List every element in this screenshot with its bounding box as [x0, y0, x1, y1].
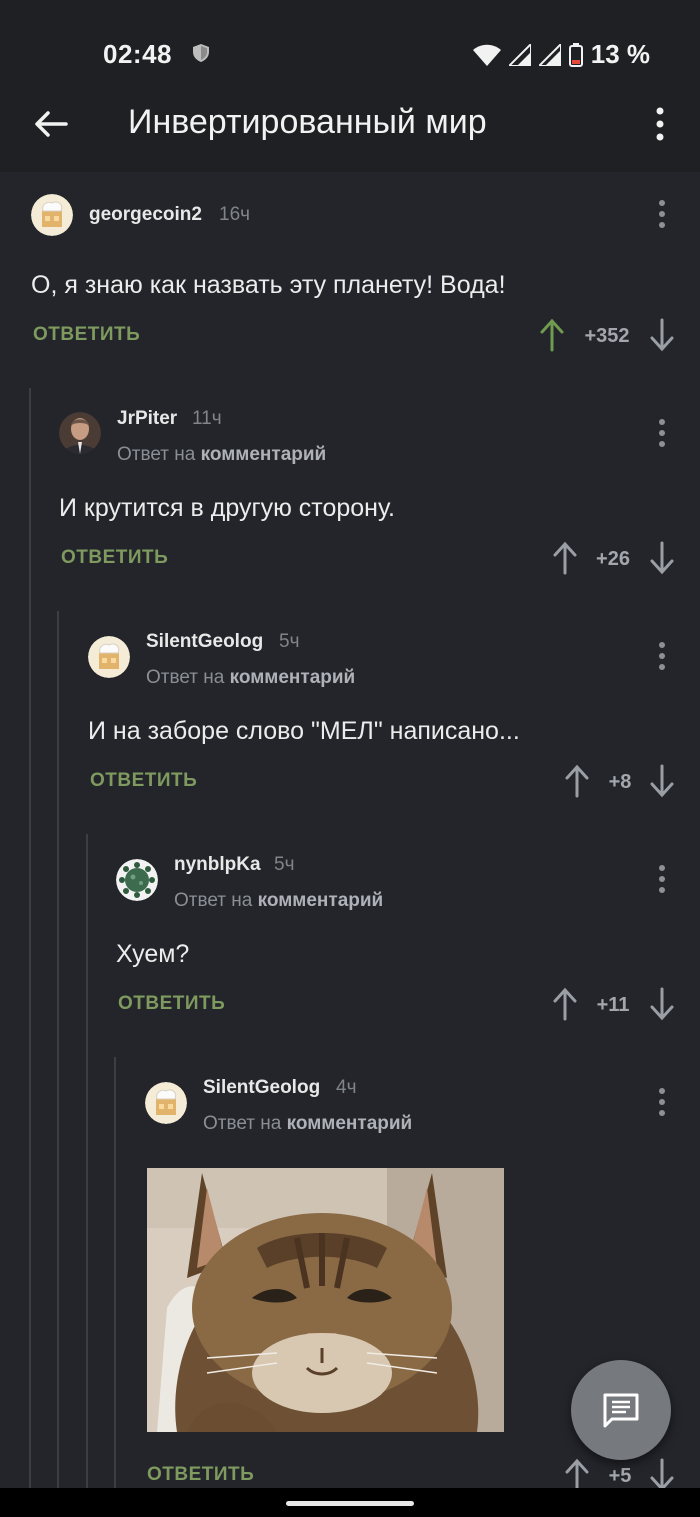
battery-icon: [568, 42, 583, 67]
signal-icon-2: [538, 43, 561, 66]
avatar[interactable]: [31, 194, 73, 236]
comment-menu-icon[interactable]: [657, 1087, 667, 1117]
reply-button[interactable]: ОТВЕТИТЬ: [33, 324, 140, 346]
status-icons: 13 %: [472, 39, 650, 70]
reply-button[interactable]: ОТВЕТИТЬ: [118, 993, 225, 1015]
avatar[interactable]: [116, 859, 158, 901]
thread-line-1: [29, 388, 31, 1488]
comment-menu-icon[interactable]: [657, 864, 667, 894]
vote-score: +26: [596, 548, 630, 570]
reply-to-link[interactable]: комментарий: [230, 667, 356, 688]
comment-text: И крутится в другую сторону.: [59, 494, 395, 522]
downvote-arrow-icon[interactable]: [649, 764, 675, 798]
page-title: Инвертированный мир: [128, 103, 487, 141]
comment-text: И на заборе слово "МЕЛ" написано...: [88, 717, 520, 745]
comment-time: 5ч: [274, 854, 295, 875]
status-time: 02:48: [103, 39, 172, 69]
comment-text: О, я знаю как назвать эту планету! Вода!: [31, 271, 506, 299]
reply-button[interactable]: ОТВЕТИТЬ: [90, 770, 197, 792]
username[interactable]: JrPiter: [117, 408, 177, 430]
comment-time: 16ч: [219, 204, 251, 225]
comment-time: 5ч: [279, 631, 300, 652]
vote-score: +5: [608, 1465, 632, 1487]
reply-to: Ответ на комментарий: [117, 444, 327, 465]
vote-score: +11: [596, 994, 630, 1016]
avatar[interactable]: [145, 1082, 187, 1124]
reply-button[interactable]: ОТВЕТИТЬ: [147, 1464, 254, 1486]
reply-to-link[interactable]: комментарий: [258, 890, 384, 911]
vote-score: +8: [608, 771, 632, 793]
username[interactable]: georgecoin2: [89, 204, 202, 226]
system-nav-bar: [0, 1488, 700, 1517]
comment-image-cat[interactable]: [147, 1168, 504, 1432]
username[interactable]: nynblpKa: [174, 854, 261, 876]
comment-menu-icon[interactable]: [657, 418, 667, 448]
downvote-arrow-icon[interactable]: [649, 318, 675, 352]
avatar[interactable]: [88, 636, 130, 678]
comment-icon: [603, 1393, 639, 1428]
signal-icon: [508, 43, 531, 66]
downvote-arrow-icon[interactable]: [649, 541, 675, 575]
thread-line-2: [57, 611, 59, 1488]
vpn-shield-icon: [193, 44, 209, 62]
comment-menu-icon[interactable]: [657, 199, 667, 229]
home-gesture-handle[interactable]: [286, 1501, 414, 1506]
username[interactable]: SilentGeolog: [203, 1077, 320, 1099]
reply-to: Ответ на комментарий: [174, 890, 384, 911]
reply-to: Ответ на комментарий: [203, 1113, 413, 1134]
username[interactable]: SilentGeolog: [146, 631, 263, 653]
write-comment-button[interactable]: [571, 1360, 671, 1460]
thread-line-4: [114, 1057, 116, 1488]
reply-to: Ответ на комментарий: [146, 667, 356, 688]
status-bar: 02:48 13 %: [0, 0, 700, 96]
vote-score: +352: [584, 325, 630, 347]
upvote-arrow-icon[interactable]: [552, 541, 578, 575]
comment-time: 4ч: [336, 1077, 357, 1098]
app-bar: Инвертированный мир: [0, 96, 700, 172]
reply-to-link[interactable]: комментарий: [287, 1113, 413, 1134]
more-vert-icon[interactable]: [648, 106, 672, 142]
upvote-arrow-icon[interactable]: [564, 764, 590, 798]
reply-to-link[interactable]: комментарий: [201, 444, 327, 465]
wifi-icon: [472, 44, 501, 66]
upvote-arrow-icon[interactable]: [552, 987, 578, 1021]
thread-line-3: [86, 834, 88, 1488]
comment-time: 11ч: [192, 408, 222, 429]
upvote-arrow-icon[interactable]: [564, 1458, 590, 1492]
downvote-arrow-icon[interactable]: [649, 1458, 675, 1492]
comment-text: Хуем?: [116, 940, 190, 968]
battery-level: 13 %: [590, 39, 650, 69]
upvote-arrow-icon[interactable]: [539, 318, 565, 352]
comment-menu-icon[interactable]: [657, 641, 667, 671]
avatar[interactable]: [59, 412, 101, 454]
back-arrow-icon[interactable]: [30, 104, 70, 144]
reply-button[interactable]: ОТВЕТИТЬ: [61, 547, 168, 569]
downvote-arrow-icon[interactable]: [649, 987, 675, 1021]
